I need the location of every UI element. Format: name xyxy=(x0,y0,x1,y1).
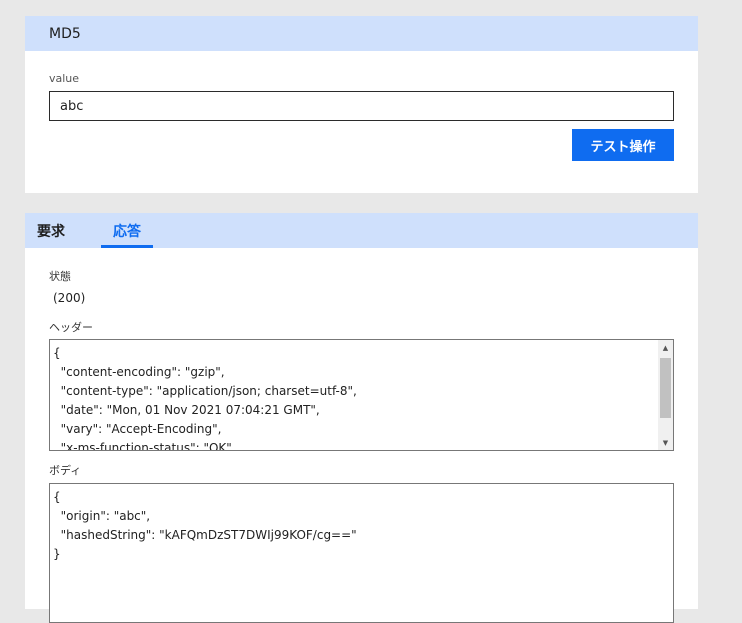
scroll-thumb[interactable] xyxy=(660,358,671,418)
headers-text: { "content-encoding": "gzip", "content-t… xyxy=(53,346,357,451)
tab-response[interactable]: 応答 xyxy=(101,213,153,248)
action-card: MD5 value テスト操作 xyxy=(25,16,698,193)
value-label: value xyxy=(49,72,80,85)
headers-scrollbar[interactable]: ▲ ▼ xyxy=(658,340,673,450)
scroll-up-arrow-icon[interactable]: ▲ xyxy=(658,340,673,355)
headers-label: ヘッダー xyxy=(49,321,93,334)
status-value: (200) xyxy=(53,291,86,305)
action-title: MD5 xyxy=(49,25,81,42)
action-card-header: MD5 xyxy=(25,16,698,51)
headers-textbox[interactable]: { "content-encoding": "gzip", "content-t… xyxy=(49,339,674,451)
body-label: ボディ xyxy=(49,464,82,477)
value-input[interactable] xyxy=(49,91,674,121)
scroll-down-arrow-icon[interactable]: ▼ xyxy=(658,435,673,450)
tab-request-label: 要求 xyxy=(37,223,65,240)
tab-request[interactable]: 要求 xyxy=(25,213,77,248)
active-tab-indicator xyxy=(101,245,153,248)
result-card: 要求 応答 状態 (200) ヘッダー { "content-encoding"… xyxy=(25,213,698,623)
tab-bar: 要求 応答 xyxy=(25,213,698,248)
tab-response-label: 応答 xyxy=(113,223,141,240)
status-label: 状態 xyxy=(49,270,71,283)
body-textbox[interactable]: { "origin": "abc", "hashedString": "kAFQ… xyxy=(49,483,674,623)
test-operation-button[interactable]: テスト操作 xyxy=(572,129,674,161)
body-text: { "origin": "abc", "hashedString": "kAFQ… xyxy=(53,490,357,561)
